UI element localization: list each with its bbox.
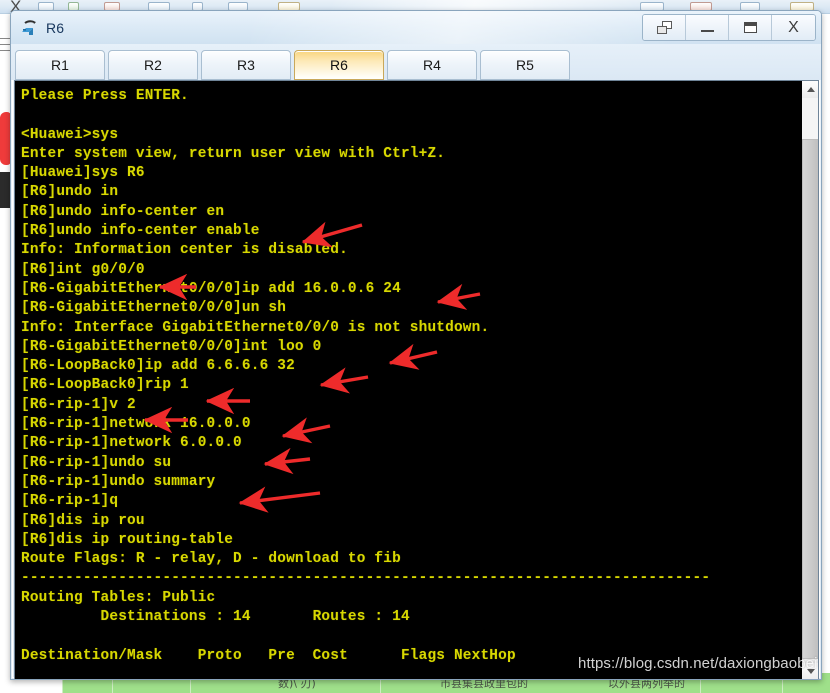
- restore-down-button[interactable]: [643, 15, 686, 40]
- tab-label: R1: [51, 57, 69, 73]
- terminal-line: Please Press ENTER.: [21, 88, 189, 104]
- terminal-line: Routing Tables: Public: [21, 589, 216, 606]
- tab-r6[interactable]: R6: [294, 50, 384, 80]
- tab-r5[interactable]: R5: [480, 50, 570, 80]
- minimize-button[interactable]: [686, 15, 729, 40]
- terminal-line: [R6]int g0/0/0: [21, 261, 145, 278]
- terminal-line: [R6-rip-1]undo summary: [21, 473, 216, 490]
- terminal-line: [R6]dis ip routing-table: [21, 531, 234, 548]
- scrollbar-track[interactable]: [802, 98, 818, 139]
- terminal-scrollbar[interactable]: [801, 81, 818, 679]
- router-icon: [20, 19, 40, 37]
- terminal-line: [R6-GigabitEthernet0/0/0]int loo 0: [21, 338, 322, 355]
- tab-r1[interactable]: R1: [15, 50, 105, 80]
- terminal-line: <Huawei>sys: [21, 126, 119, 143]
- terminal-line: [R6-rip-1]q: [21, 493, 119, 510]
- tab-label: R3: [237, 57, 255, 73]
- terminal-line: [R6-rip-1]network 6.0.0.0: [21, 435, 242, 452]
- terminal-line: [R6]undo info-center enable: [21, 223, 260, 240]
- terminal-line: [R6-GigabitEthernet0/0/0]ip add 16.0.0.6…: [21, 280, 401, 297]
- tab-r4[interactable]: R4: [387, 50, 477, 80]
- terminal-area: Please Press ENTER. <Huawei>sys Enter sys…: [14, 80, 819, 679]
- terminal-line: [R6]undo info-center en: [21, 203, 225, 220]
- terminal-line: [R6-GigabitEthernet0/0/0]un sh: [21, 300, 287, 317]
- minimize-icon: [700, 30, 714, 32]
- close-icon: X: [788, 18, 799, 36]
- terminal-output[interactable]: Please Press ENTER. <Huawei>sys Enter sys…: [15, 81, 801, 679]
- terminal-line: [R6]dis ip rou: [21, 512, 145, 529]
- chevron-up-icon: [806, 87, 815, 92]
- tab-label: R4: [423, 57, 441, 73]
- tab-r3[interactable]: R3: [201, 50, 291, 80]
- terminal-line: Enter system view, return user view with…: [21, 145, 446, 162]
- maximize-icon: [743, 22, 757, 33]
- terminal-line: [R6-rip-1]undo su: [21, 454, 172, 471]
- window-title: R6: [46, 19, 65, 36]
- terminal-line: [R6-LoopBack0]ip add 6.6.6.6 32: [21, 358, 295, 375]
- close-button[interactable]: X: [772, 15, 815, 40]
- maximize-button[interactable]: [729, 15, 772, 40]
- tab-label: R2: [144, 57, 162, 73]
- watermark: https://blog.csdn.net/daxiongbaobei: [578, 655, 818, 672]
- terminal-line: Destinations : 14 Routes : 14: [21, 609, 410, 626]
- terminal-line: [R6]undo in: [21, 184, 119, 201]
- window-controls: X: [642, 14, 816, 41]
- tab-label: R6: [330, 57, 348, 73]
- terminal-line: [Huawei]sys R6: [21, 165, 145, 182]
- terminal-line: Info: Information center is disabled.: [21, 242, 348, 259]
- tab-r2[interactable]: R2: [108, 50, 198, 80]
- terminal-line: Route Flags: R - relay, D - download to …: [21, 551, 401, 568]
- terminal-line: Info: Interface GigabitEthernet0/0/0 is …: [21, 319, 490, 336]
- restore-icon: [656, 21, 672, 34]
- tab-label: R5: [516, 57, 534, 73]
- scrollbar-up-button[interactable]: [802, 81, 818, 98]
- scrollbar-thumb[interactable]: [802, 139, 818, 659]
- router-cli-window: R6 X R1 R2 R3 R6 R4 R5 Please Press ENTE…: [10, 10, 822, 680]
- terminal-line: [R6-LoopBack0]rip 1: [21, 377, 189, 394]
- terminal-line: [R6-rip-1]network 16.0.0.0: [21, 416, 251, 433]
- terminal-line: ----------------------------------------…: [21, 570, 711, 587]
- device-tabstrip: R1 R2 R3 R6 R4 R5: [11, 44, 821, 80]
- terminal-line: [R6-rip-1]v 2: [21, 396, 136, 413]
- window-titlebar[interactable]: R6 X: [11, 11, 821, 44]
